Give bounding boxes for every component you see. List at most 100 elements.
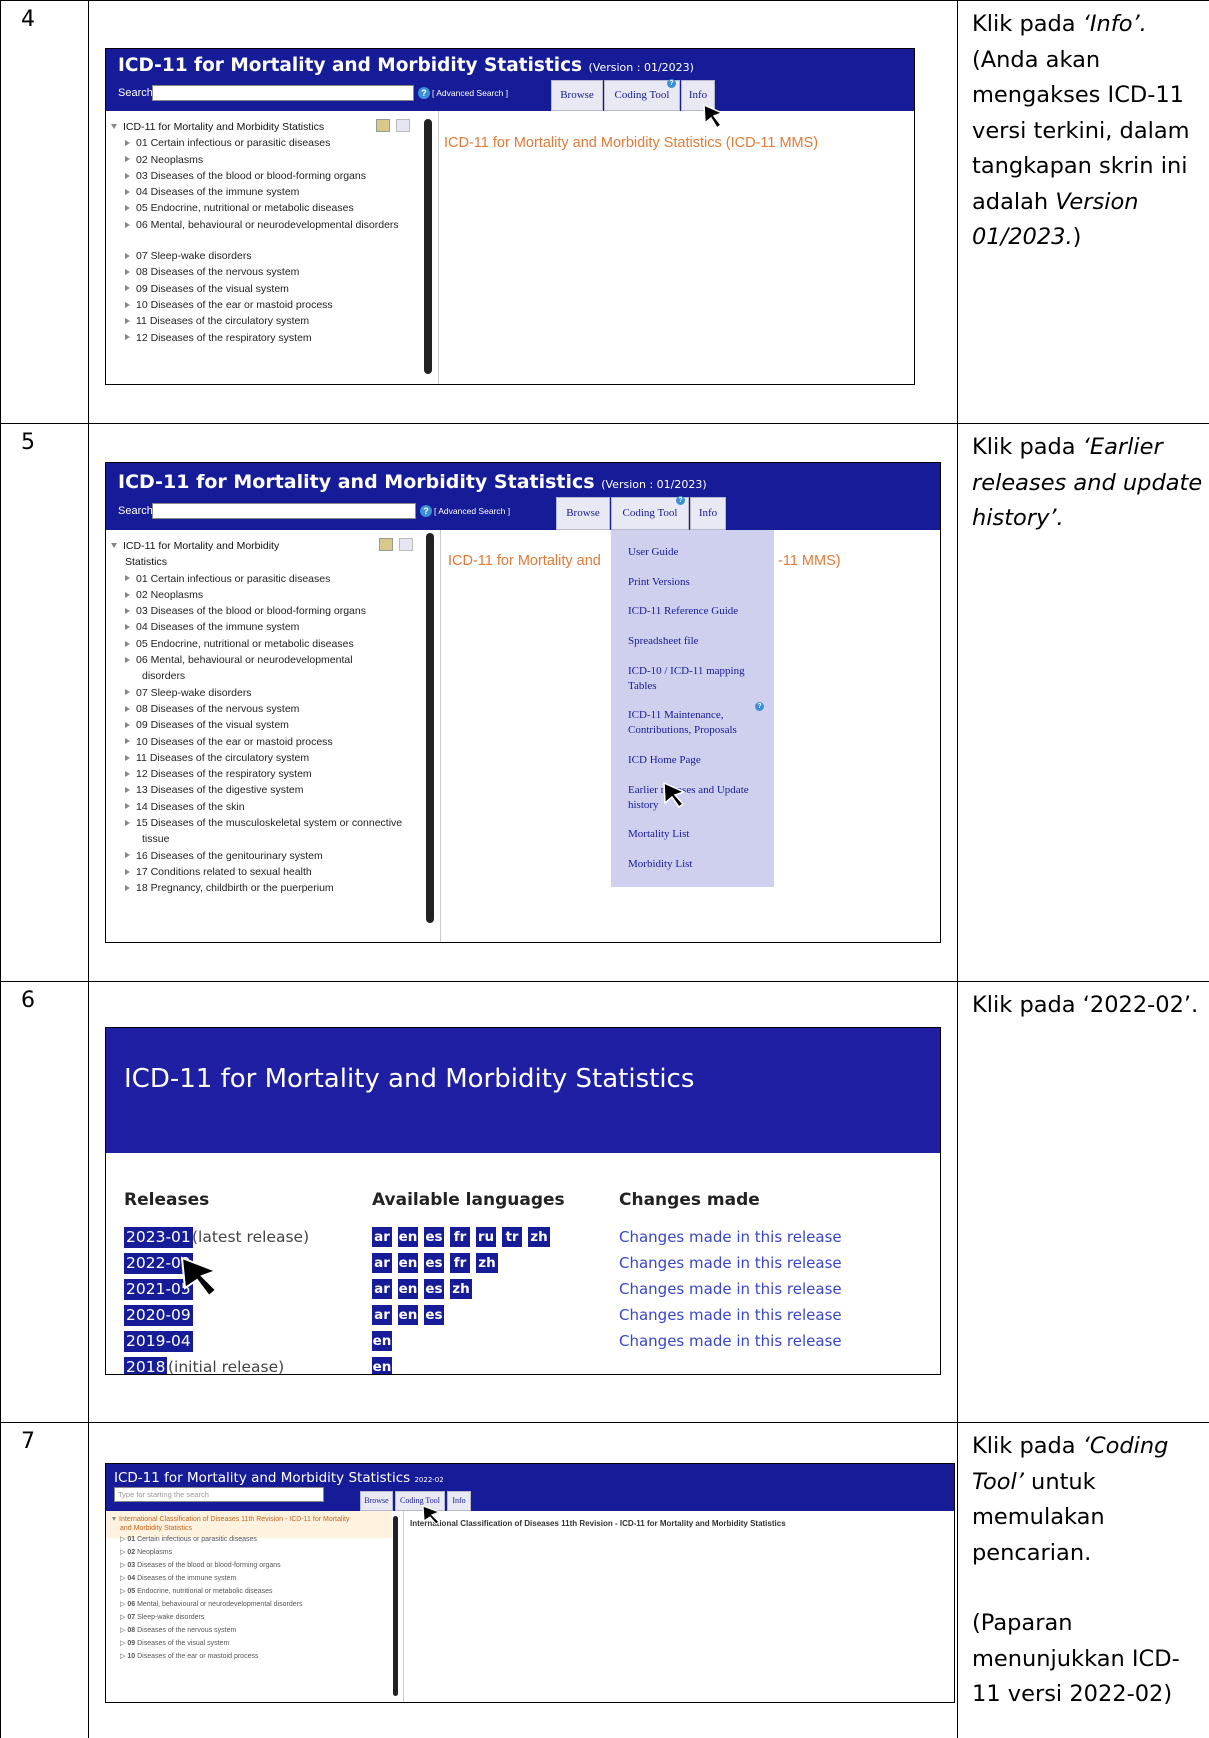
menu-item-mortality-list[interactable]: Mortality List — [628, 827, 689, 842]
lang-link-tr[interactable]: tr — [502, 1227, 522, 1247]
lang-link-zh[interactable]: zh — [528, 1227, 550, 1247]
lang-link-en[interactable]: en — [398, 1305, 418, 1325]
tree-item[interactable]: 06 Mental, behavioural or neurodevelopme… — [111, 217, 399, 233]
release-link-2020-09[interactable]: 2020-09 — [124, 1305, 193, 1326]
tree-item[interactable]: ▷ 06 Mental, behavioural or neurodevelop… — [112, 1598, 349, 1611]
tree-item[interactable]: ▷ 08 Diseases of the nervous system — [112, 1624, 349, 1637]
advanced-search-link[interactable]: [ Advanced Search ] — [432, 88, 508, 98]
menu-item-icd-home[interactable]: ICD Home Page — [628, 753, 701, 768]
tree-item[interactable]: ▷ 04 Diseases of the immune system — [112, 1572, 349, 1585]
menu-item-mapping[interactable]: ICD-10 / ICD-11 mapping Tables — [628, 664, 745, 693]
menu-item-reference-guide[interactable]: ICD-11 Reference Guide — [628, 604, 738, 619]
pane-divider[interactable] — [438, 111, 439, 384]
tree-item[interactable]: 10 Diseases of the ear or mastoid proces… — [111, 734, 402, 750]
tree-root[interactable]: ICD-11 for Mortality and Morbidity — [111, 538, 402, 554]
tree-item[interactable]: 01 Certain infectious or parasitic disea… — [111, 571, 402, 587]
tree-item[interactable]: 18 Pregnancy, childbirth or the puerperi… — [111, 880, 402, 896]
tree-item[interactable]: 13 Diseases of the digestive system — [111, 782, 402, 798]
menu-item-spreadsheet[interactable]: Spreadsheet file — [628, 634, 699, 649]
lang-link-es[interactable]: es — [424, 1227, 444, 1247]
tree-root[interactable]: ICD-11 for Mortality and Morbidity Stati… — [111, 119, 399, 135]
changes-link[interactable]: Changes made in this release — [619, 1332, 842, 1350]
lang-link-zh[interactable]: zh — [450, 1279, 472, 1299]
lang-link-ar[interactable]: ar — [372, 1253, 392, 1273]
lang-link-es[interactable]: es — [424, 1253, 444, 1273]
tree-item[interactable]: 02 Neoplasms — [111, 152, 399, 168]
tree-item[interactable]: 16 Diseases of the genitourinary system — [111, 848, 402, 864]
tree-item[interactable]: 12 Diseases of the respiratory system — [111, 766, 402, 782]
tree-item[interactable]: 07 Sleep-wake disorders — [111, 248, 399, 264]
scrollbar[interactable] — [424, 119, 432, 374]
tree-item[interactable]: 09 Diseases of the visual system — [111, 717, 402, 733]
tree-item[interactable]: 12 Diseases of the respiratory system — [111, 330, 399, 346]
tree-item[interactable]: 10 Diseases of the ear or mastoid proces… — [111, 297, 399, 313]
lang-link-ar[interactable]: ar — [372, 1279, 392, 1299]
pane-divider[interactable] — [403, 1511, 404, 1702]
tree-item[interactable]: 11 Diseases of the circulatory system — [111, 750, 402, 766]
tree-item[interactable]: ▷ 09 Diseases of the visual system — [112, 1637, 349, 1650]
tree-item[interactable]: 15 Diseases of the musculoskeletal syste… — [111, 815, 402, 831]
lang-link-fr[interactable]: fr — [450, 1227, 470, 1247]
tree-item[interactable]: 03 Diseases of the blood or blood-formin… — [111, 603, 402, 619]
changes-link[interactable]: Changes made in this release — [619, 1280, 842, 1298]
lang-link-en[interactable]: en — [398, 1279, 418, 1299]
tab-info[interactable]: Info — [690, 497, 726, 530]
lang-link-fr[interactable]: fr — [450, 1253, 470, 1273]
lang-link-en[interactable]: en — [398, 1227, 418, 1247]
advanced-search-link[interactable]: [ Advanced Search ] — [434, 506, 510, 516]
tree-item[interactable]: ▷ 10 Diseases of the ear or mastoid proc… — [112, 1650, 349, 1663]
lang-link-ar[interactable]: ar — [372, 1305, 392, 1325]
search-input[interactable] — [152, 85, 414, 101]
tree-item[interactable]: 17 Conditions related to sexual health — [111, 864, 402, 880]
menu-item-maintenance[interactable]: ICD-11 Maintenance, Contributions, Propos… — [628, 708, 737, 737]
tree-item[interactable]: 01 Certain infectious or parasitic disea… — [111, 135, 399, 151]
search-input[interactable] — [152, 503, 416, 519]
lang-link-ar[interactable]: ar — [372, 1227, 392, 1247]
tree-item[interactable]: ▷ 02 Neoplasms — [112, 1546, 349, 1559]
tree-item[interactable]: 14 Diseases of the skin — [111, 799, 402, 815]
menu-item-morbidity-list[interactable]: Morbidity List — [628, 857, 692, 872]
tree-item[interactable]: 07 Sleep-wake disorders — [111, 685, 402, 701]
tree-item[interactable]: ▷ 03 Diseases of the blood or blood-form… — [112, 1559, 349, 1572]
tree-item[interactable]: 06 Mental, behavioural or neurodevelopme… — [111, 652, 402, 668]
tree-item[interactable]: 08 Diseases of the nervous system — [111, 264, 399, 280]
tree-root[interactable]: International Classification of Diseases… — [112, 1516, 349, 1525]
menu-item-print-versions[interactable]: Print Versions — [628, 575, 690, 590]
changes-link[interactable]: Changes made in this release — [619, 1254, 842, 1272]
tree-item[interactable]: 03 Diseases of the blood or blood-formin… — [111, 168, 399, 184]
tree-item[interactable]: 11 Diseases of the circulatory system — [111, 313, 399, 329]
menu-item-user-guide[interactable]: User Guide — [628, 545, 678, 560]
lang-link-es[interactable]: es — [424, 1279, 444, 1299]
search-input[interactable]: Type for starting the search — [114, 1487, 324, 1502]
lang-link-en[interactable]: en — [372, 1331, 392, 1351]
tree-item[interactable]: 05 Endocrine, nutritional or metabolic d… — [111, 200, 399, 216]
tab-browse[interactable]: Browse — [551, 80, 603, 111]
tree-item[interactable]: ▷ 01 Certain infectious or parasitic dis… — [112, 1533, 349, 1546]
lang-link-ru[interactable]: ru — [476, 1227, 496, 1247]
release-link-2023-01[interactable]: 2023-01 — [124, 1227, 193, 1248]
release-link-2019-04[interactable]: 2019-04 — [124, 1331, 193, 1352]
scrollbar[interactable] — [393, 1516, 398, 1696]
tree-item[interactable]: 04 Diseases of the immune system — [111, 184, 399, 200]
tab-browse[interactable]: Browse — [556, 497, 610, 530]
tree-item[interactable]: ▷ 07 Sleep-wake disorders — [112, 1611, 349, 1624]
changes-link[interactable]: Changes made in this release — [619, 1306, 842, 1324]
tree-item[interactable]: 04 Diseases of the immune system — [111, 619, 402, 635]
tree-item[interactable]: 09 Diseases of the visual system — [111, 281, 399, 297]
help-icon[interactable]: ? — [420, 505, 432, 517]
release-link-2018[interactable]: 2018 — [124, 1357, 168, 1374]
tree-item[interactable]: 05 Endocrine, nutritional or metabolic d… — [111, 636, 402, 652]
tab-info[interactable]: Info — [447, 1491, 471, 1511]
tree-item[interactable]: 08 Diseases of the nervous system — [111, 701, 402, 717]
lang-link-zh[interactable]: zh — [476, 1253, 498, 1273]
lang-link-en[interactable]: en — [372, 1357, 392, 1374]
scrollbar[interactable] — [426, 533, 434, 923]
help-icon[interactable]: ? — [418, 87, 430, 99]
changes-link[interactable]: Changes made in this release — [619, 1228, 842, 1246]
lang-link-en[interactable]: en — [398, 1253, 418, 1273]
tab-browse[interactable]: Browse — [360, 1491, 393, 1511]
pane-divider[interactable] — [440, 530, 441, 942]
tree-item[interactable]: 02 Neoplasms — [111, 587, 402, 603]
lang-link-es[interactable]: es — [424, 1305, 444, 1325]
tree-item[interactable]: ▷ 05 Endocrine, nutritional or metabolic… — [112, 1585, 349, 1598]
